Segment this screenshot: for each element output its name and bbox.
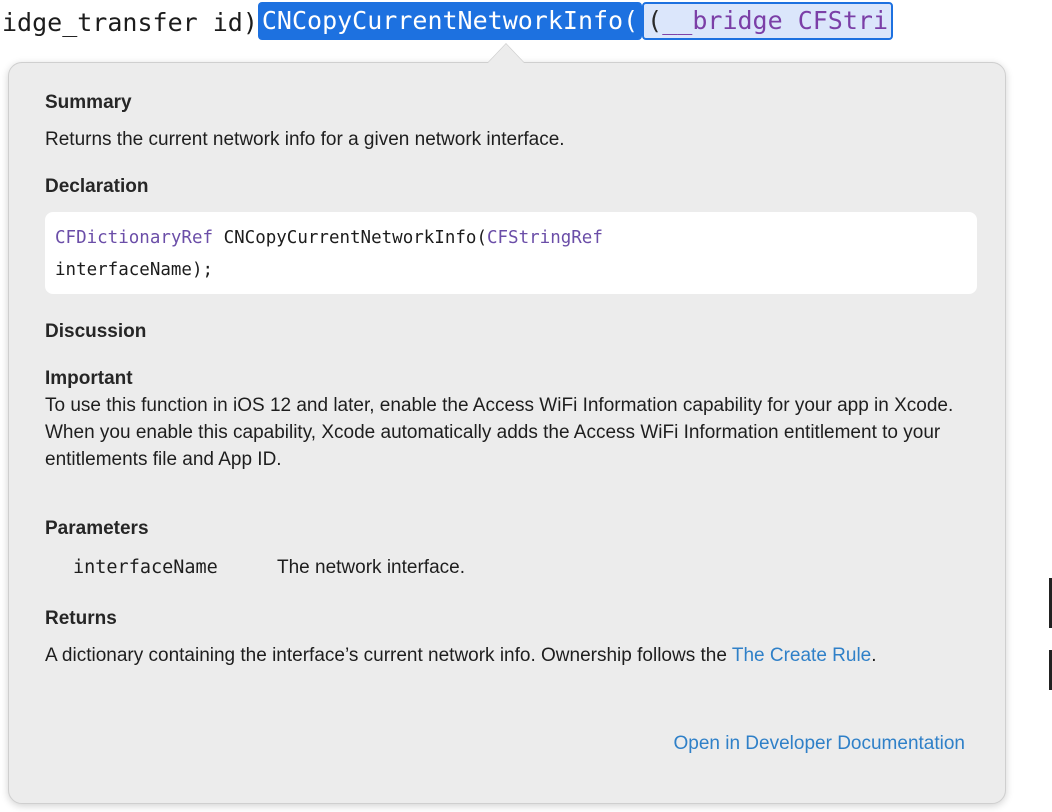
- summary-heading: Summary: [45, 92, 132, 113]
- argument-placeholder[interactable]: (__bridge CFStri: [642, 2, 894, 40]
- important-heading: Important: [45, 368, 133, 389]
- declaration-heading: Declaration: [45, 176, 149, 197]
- function-name: CNCopyCurrentNetworkInfo(: [213, 228, 487, 248]
- popover-pointer: [488, 44, 524, 63]
- code-prefix: idge_transfer id): [2, 8, 258, 37]
- quick-help-content: Summary Returns the current network info…: [45, 89, 977, 669]
- returns-period: .: [871, 645, 877, 666]
- parameter-name: interfaceName: [73, 557, 218, 578]
- declaration-code-box[interactable]: CFDictionaryRef CNCopyCurrentNetworkInfo…: [45, 212, 977, 294]
- returns-description: A dictionary containing the interface’s …: [45, 645, 732, 666]
- param-rest: interfaceName);: [55, 260, 214, 280]
- editor-right-edge: [1048, 0, 1052, 812]
- return-type[interactable]: CFDictionaryRef: [55, 228, 213, 248]
- open-developer-docs-link[interactable]: Open in Developer Documentation: [673, 733, 965, 755]
- discussion-heading: Discussion: [45, 321, 147, 342]
- param-type[interactable]: CFStringRef: [487, 228, 603, 248]
- summary-text: Returns the current network info for a g…: [45, 129, 565, 150]
- selected-symbol[interactable]: CNCopyCurrentNetworkInfo(: [257, 2, 643, 40]
- returns-heading: Returns: [45, 608, 117, 629]
- argument-open-paren: (: [647, 6, 663, 35]
- argument-keyword: __bridge CFStri: [662, 6, 889, 35]
- quick-help-popover: Summary Returns the current network info…: [8, 62, 1006, 804]
- parameter-description: The network interface.: [277, 557, 465, 578]
- parameter-row: interfaceName The network interface.: [45, 554, 977, 581]
- code-editor-line[interactable]: idge_transfer id) CNCopyCurrentNetworkInf…: [0, 0, 1052, 46]
- parameters-heading: Parameters: [45, 518, 149, 539]
- returns-text: A dictionary containing the interface’s …: [45, 642, 977, 669]
- important-text: To use this function in iOS 12 and later…: [45, 395, 954, 470]
- create-rule-link[interactable]: The Create Rule: [732, 645, 871, 666]
